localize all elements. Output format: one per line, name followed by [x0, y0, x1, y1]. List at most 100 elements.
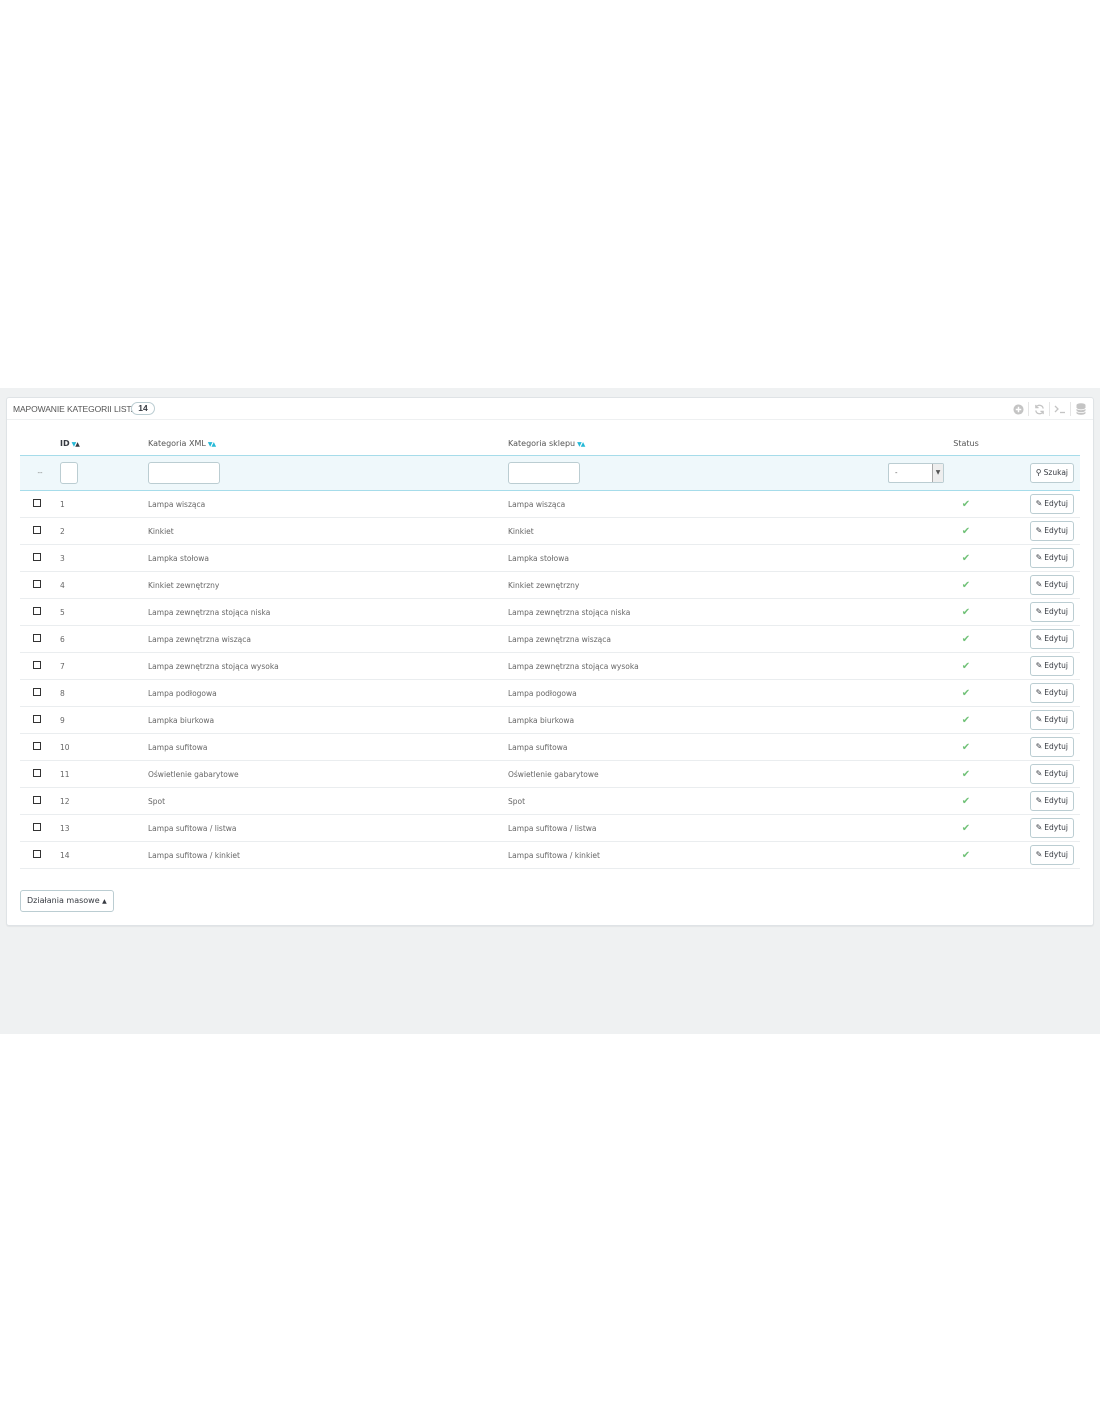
status-enabled-icon[interactable]: ✔: [962, 553, 970, 564]
edit-button[interactable]: ✎ Edytuj: [1029, 629, 1074, 649]
record-count-badge: 14: [131, 402, 155, 415]
status-enabled-icon[interactable]: ✔: [962, 499, 970, 510]
edit-button[interactable]: ✎ Edytuj: [1029, 683, 1074, 703]
row-xml-category: Lampa zewnętrzna wisząca: [148, 625, 508, 653]
edit-button-label: Edytuj: [1044, 796, 1068, 805]
row-checkbox[interactable]: [33, 715, 41, 723]
pencil-icon: ✎: [1035, 796, 1043, 805]
status-enabled-icon[interactable]: ✔: [962, 769, 970, 780]
table-row: 13 Lampa sufitowa / listwa Lampa sufitowa …: [20, 814, 1080, 842]
row-checkbox[interactable]: [33, 607, 41, 615]
filter-dash: --: [20, 455, 60, 491]
edit-button-label: Edytuj: [1044, 769, 1068, 778]
search-icon: ⚲: [1035, 468, 1042, 477]
table-row: 7 Lampa zewnętrzna stojąca wysoka Lampa ze…: [20, 652, 1080, 680]
header-shop-label: Kategoria sklepu: [508, 439, 576, 448]
row-xml-category: Spot: [148, 787, 508, 815]
status-enabled-icon[interactable]: ✔: [962, 688, 970, 699]
table-header-row: ID ▼▲ Kategoria XML ▼▲ Kategoria sklepu ▼▲ …: [20, 432, 1080, 456]
row-checkbox[interactable]: [33, 553, 41, 561]
row-xml-category: Kinkiet: [148, 517, 508, 545]
row-checkbox[interactable]: [33, 769, 41, 777]
edit-button[interactable]: ✎ Edytuj: [1029, 791, 1074, 811]
row-id: 14: [60, 841, 148, 869]
status-enabled-icon[interactable]: ✔: [962, 742, 970, 753]
bulk-actions-button[interactable]: Działania masowe ▲: [20, 890, 114, 912]
row-shop-category: Kinkiet: [508, 517, 868, 545]
header-select: [20, 432, 60, 456]
row-checkbox[interactable]: [33, 850, 41, 858]
row-id: 9: [60, 706, 148, 734]
bulk-actions-label: Działania masowe: [27, 896, 100, 905]
edit-button[interactable]: ✎ Edytuj: [1029, 494, 1074, 514]
header-xml-label: Kategoria XML: [148, 439, 206, 448]
row-id: 10: [60, 733, 148, 761]
status-enabled-icon[interactable]: ✔: [962, 634, 970, 645]
pencil-icon: ✎: [1035, 607, 1043, 616]
status-enabled-icon[interactable]: ✔: [962, 796, 970, 807]
edit-button[interactable]: ✎ Edytuj: [1029, 818, 1074, 838]
status-enabled-icon[interactable]: ✔: [962, 823, 970, 834]
database-icon[interactable]: [1070, 402, 1091, 416]
table-row: 5 Lampa zewnętrzna stojąca niska Lampa zew…: [20, 598, 1080, 626]
edit-button-label: Edytuj: [1044, 499, 1068, 508]
row-checkbox[interactable]: [33, 661, 41, 669]
search-button-label: Szukaj: [1043, 468, 1068, 477]
edit-button-label: Edytuj: [1044, 553, 1068, 562]
filter-xml-input[interactable]: [148, 462, 220, 484]
status-enabled-icon[interactable]: ✔: [962, 526, 970, 537]
filter-id-input[interactable]: [60, 462, 78, 484]
row-checkbox[interactable]: [33, 688, 41, 696]
edit-button[interactable]: ✎ Edytuj: [1029, 845, 1074, 865]
row-shop-category: Lampa wisząca: [508, 490, 868, 518]
edit-button[interactable]: ✎ Edytuj: [1029, 656, 1074, 676]
filter-status-select[interactable]: - ▼: [888, 463, 944, 483]
row-xml-category: Lampka biurkowa: [148, 706, 508, 734]
edit-button[interactable]: ✎ Edytuj: [1029, 710, 1074, 730]
row-checkbox[interactable]: [33, 742, 41, 750]
edit-button[interactable]: ✎ Edytuj: [1029, 548, 1074, 568]
edit-button[interactable]: ✎ Edytuj: [1029, 521, 1074, 541]
edit-button[interactable]: ✎ Edytuj: [1029, 737, 1074, 757]
row-checkbox[interactable]: [33, 580, 41, 588]
status-enabled-icon[interactable]: ✔: [962, 607, 970, 618]
row-checkbox[interactable]: [33, 526, 41, 534]
status-enabled-icon[interactable]: ✔: [962, 715, 970, 726]
terminal-icon[interactable]: [1049, 402, 1070, 416]
pencil-icon: ✎: [1035, 580, 1043, 589]
pencil-icon: ✎: [1035, 553, 1043, 562]
pencil-icon: ✎: [1035, 823, 1043, 832]
row-shop-category: Spot: [508, 787, 868, 815]
status-enabled-icon[interactable]: ✔: [962, 661, 970, 672]
row-shop-category: Lampa zewnętrzna stojąca niska: [508, 598, 868, 626]
sort-xml-icon[interactable]: ▼▲: [208, 441, 216, 448]
sort-id-icon[interactable]: ▼▲: [72, 441, 80, 448]
row-checkbox[interactable]: [33, 499, 41, 507]
search-button[interactable]: ⚲ Szukaj: [1029, 463, 1074, 483]
row-checkbox[interactable]: [33, 796, 41, 804]
table-row: 8 Lampa podłogowa Lampa podłogowa ✔ ✎ Edytuj: [20, 679, 1080, 707]
filter-status-value: -: [895, 469, 898, 477]
add-icon[interactable]: [1008, 402, 1028, 416]
edit-button[interactable]: ✎ Edytuj: [1029, 575, 1074, 595]
row-shop-category: Lampa sufitowa / listwa: [508, 814, 868, 842]
pencil-icon: ✎: [1035, 499, 1043, 508]
pencil-icon: ✎: [1035, 850, 1043, 859]
row-shop-category: Lampa sufitowa: [508, 733, 868, 761]
edit-button[interactable]: ✎ Edytuj: [1029, 764, 1074, 784]
row-checkbox[interactable]: [33, 634, 41, 642]
row-xml-category: Kinkiet zewnętrzny: [148, 571, 508, 599]
filter-shop-input[interactable]: [508, 462, 580, 484]
row-shop-category: Lampa zewnętrzna stojąca wysoka: [508, 652, 868, 680]
status-enabled-icon[interactable]: ✔: [962, 850, 970, 861]
edit-button[interactable]: ✎ Edytuj: [1029, 602, 1074, 622]
table-row: 12 Spot Spot ✔ ✎ Edytuj: [20, 787, 1080, 815]
edit-button-label: Edytuj: [1044, 742, 1068, 751]
status-enabled-icon[interactable]: ✔: [962, 580, 970, 591]
table-row: 9 Lampka biurkowa Lampka biurkowa ✔ ✎ Edytuj: [20, 706, 1080, 734]
caret-up-icon: ▲: [102, 898, 107, 905]
row-checkbox[interactable]: [33, 823, 41, 831]
refresh-icon[interactable]: [1028, 402, 1049, 416]
row-xml-category: Lampa sufitowa / kinkiet: [148, 841, 508, 869]
sort-shop-icon[interactable]: ▼▲: [577, 441, 585, 448]
